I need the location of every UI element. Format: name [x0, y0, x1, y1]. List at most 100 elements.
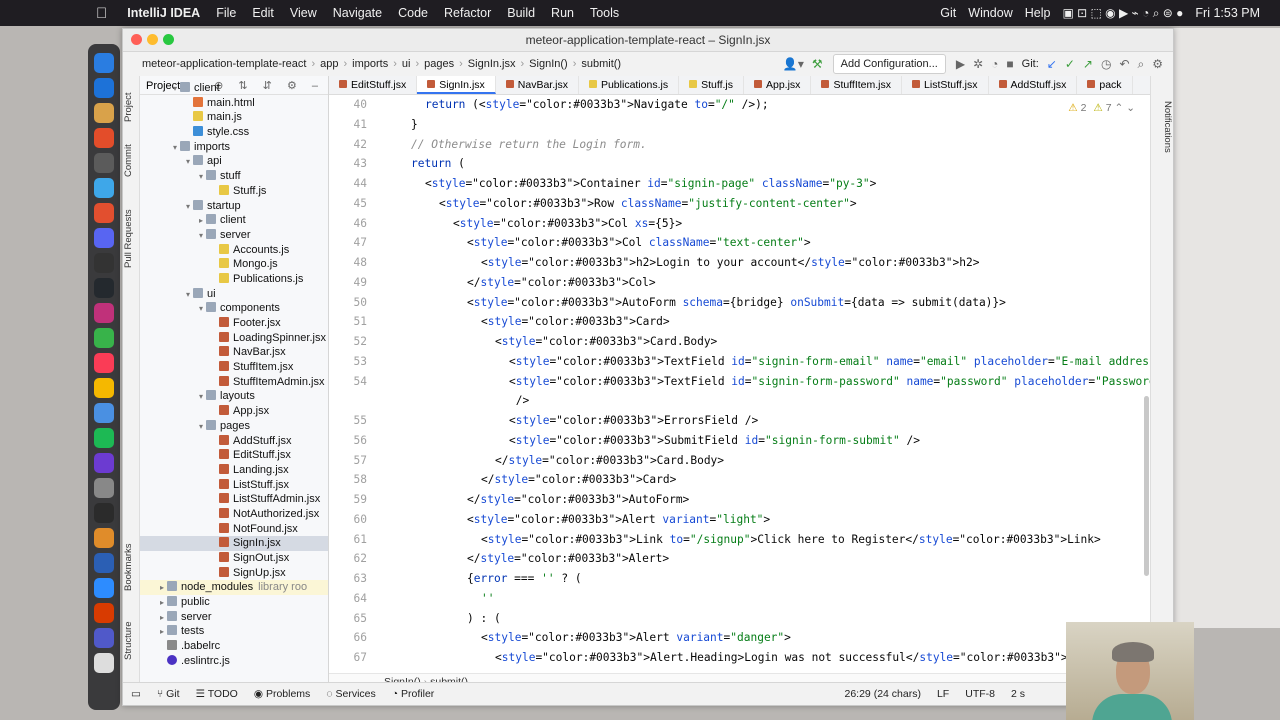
- dock-app-icon[interactable]: [94, 102, 114, 123]
- rollback-icon[interactable]: ↶: [1115, 57, 1133, 71]
- tree-item[interactable]: NotAuthorized.jsx: [140, 507, 328, 522]
- menu-build[interactable]: Build: [499, 6, 543, 20]
- tree-item[interactable]: main.js: [140, 110, 328, 125]
- line-number[interactable]: 52: [329, 332, 397, 352]
- app-menu[interactable]: IntelliJ IDEA: [119, 6, 208, 20]
- tree-item[interactable]: NotFound.jsx: [140, 522, 328, 537]
- tree-item[interactable]: ▾ api: [140, 154, 328, 169]
- line-number[interactable]: 57: [329, 451, 397, 471]
- dock-app-icon[interactable]: [94, 77, 114, 98]
- line-number[interactable]: 42: [329, 135, 397, 155]
- line-number[interactable]: 63: [329, 569, 397, 589]
- chevron-right-icon[interactable]: ▸: [157, 581, 167, 596]
- dock-app-icon[interactable]: [94, 477, 114, 498]
- tree-item[interactable]: ▾ layouts: [140, 389, 328, 404]
- line-number[interactable]: 65: [329, 609, 397, 629]
- chevron-down-icon[interactable]: ▾: [183, 288, 193, 303]
- tree-item[interactable]: Stuff.js: [140, 184, 328, 199]
- menu-refactor[interactable]: Refactor: [436, 6, 499, 20]
- dock-app-icon[interactable]: [94, 602, 114, 623]
- debug-icon[interactable]: ✲: [969, 57, 987, 71]
- line-number[interactable]: 53: [329, 352, 397, 372]
- line-number[interactable]: 54: [329, 372, 397, 392]
- dock-app-icon[interactable]: [94, 527, 114, 548]
- menu-window[interactable]: Window: [962, 6, 1018, 20]
- line-number[interactable]: 45: [329, 194, 397, 214]
- tree-item[interactable]: SignIn.jsx: [140, 536, 328, 551]
- line-number[interactable]: 59: [329, 490, 397, 510]
- minimize-window-button[interactable]: [147, 34, 158, 45]
- pull-requests-tool-tab[interactable]: Pull Requests: [123, 196, 139, 282]
- chevron-down-icon[interactable]: ▾: [170, 82, 180, 97]
- dock-app-icon[interactable]: [94, 502, 114, 523]
- dock-app-icon[interactable]: [94, 577, 114, 598]
- editor-tab[interactable]: Stuff.js: [679, 76, 744, 94]
- nav-breadcrumb-item[interactable]: SignIn(): [524, 58, 573, 70]
- dock-app-icon[interactable]: [94, 177, 114, 198]
- tree-item[interactable]: Footer.jsx: [140, 316, 328, 331]
- tree-item[interactable]: ▾ imports: [140, 140, 328, 155]
- dock-app-icon[interactable]: [94, 152, 114, 173]
- chevron-right-icon[interactable]: ▸: [157, 611, 167, 626]
- file-encoding[interactable]: UTF-8: [957, 688, 1003, 700]
- dock-app-icon[interactable]: [94, 552, 114, 573]
- tree-item[interactable]: ▾ ui: [140, 287, 328, 302]
- nav-breadcrumb-item[interactable]: meteor-application-template-react: [137, 58, 311, 70]
- chevron-right-icon[interactable]: ▸: [196, 214, 206, 229]
- tree-item[interactable]: .babelrc: [140, 639, 328, 654]
- line-number[interactable]: 60: [329, 510, 397, 530]
- dock-app-icon[interactable]: [94, 202, 114, 223]
- tree-item[interactable]: ▾ startup: [140, 199, 328, 214]
- structure-tool-tab[interactable]: Structure: [123, 614, 139, 668]
- editor-tab[interactable]: AddStuff.jsx: [989, 76, 1078, 94]
- nav-breadcrumb-item[interactable]: ui: [397, 58, 416, 70]
- tree-item[interactable]: EditStuff.jsx: [140, 448, 328, 463]
- editor-tab[interactable]: StuffItem.jsx: [811, 76, 903, 94]
- stop-icon[interactable]: ■: [1002, 57, 1017, 71]
- editor-tab[interactable]: Publications.js: [579, 76, 680, 94]
- tree-item[interactable]: ▸ public: [140, 595, 328, 610]
- line-number[interactable]: 44: [329, 174, 397, 194]
- commit-tool-tab[interactable]: Commit: [123, 138, 139, 184]
- tree-item[interactable]: Accounts.js: [140, 243, 328, 258]
- dock-app-icon[interactable]: [94, 277, 114, 298]
- status-todo-tab[interactable]: ☰ TODO: [188, 688, 246, 700]
- dock-app-icon[interactable]: [94, 627, 114, 648]
- tree-item[interactable]: App.jsx: [140, 404, 328, 419]
- chevron-down-icon[interactable]: ▾: [196, 170, 206, 185]
- add-configuration-button[interactable]: Add Configuration...: [832, 54, 946, 74]
- menu-edit[interactable]: Edit: [244, 6, 282, 20]
- menu-run[interactable]: Run: [543, 6, 582, 20]
- close-window-button[interactable]: [131, 34, 142, 45]
- gear-icon[interactable]: ⚙: [1148, 57, 1167, 71]
- git-commit-icon[interactable]: ✓: [1061, 57, 1079, 71]
- tree-item[interactable]: StuffItemAdmin.jsx: [140, 375, 328, 390]
- coverage-icon[interactable]: ◔: [987, 57, 1002, 71]
- line-number[interactable]: 48: [329, 253, 397, 273]
- tree-item[interactable]: Mongo.js: [140, 257, 328, 272]
- notifications-tool-tab[interactable]: Notifications: [1151, 82, 1173, 172]
- chevron-down-icon[interactable]: ▾: [196, 229, 206, 244]
- tree-item[interactable]: ▸ client: [140, 213, 328, 228]
- tree-item[interactable]: ▸ server: [140, 610, 328, 625]
- line-number[interactable]: 61: [329, 530, 397, 550]
- status-problems-tab[interactable]: ◉ Problems: [246, 688, 318, 700]
- menu-git[interactable]: Git: [934, 6, 962, 20]
- tree-item[interactable]: ▸ tests: [140, 624, 328, 639]
- line-number[interactable]: 62: [329, 549, 397, 569]
- tree-item[interactable]: ▾ components: [140, 301, 328, 316]
- zoom-window-button[interactable]: [163, 34, 174, 45]
- editor-tab[interactable]: NavBar.jsx: [496, 76, 579, 94]
- chevron-down-icon[interactable]: ▾: [170, 141, 180, 156]
- git-push-icon[interactable]: ↗: [1079, 57, 1097, 71]
- chevron-right-icon[interactable]: ▸: [157, 596, 167, 611]
- dock-app-icon[interactable]: [94, 352, 114, 373]
- dock-app-icon[interactable]: [94, 377, 114, 398]
- line-number[interactable]: 50: [329, 293, 397, 313]
- tree-item[interactable]: ListStuffAdmin.jsx: [140, 492, 328, 507]
- search-icon[interactable]: ⌕: [1134, 57, 1149, 72]
- line-number[interactable]: 43: [329, 154, 397, 174]
- dock-app-icon[interactable]: [94, 652, 114, 673]
- editor-tab[interactable]: SignIn.jsx: [417, 76, 496, 94]
- dock-app-icon[interactable]: [94, 127, 114, 148]
